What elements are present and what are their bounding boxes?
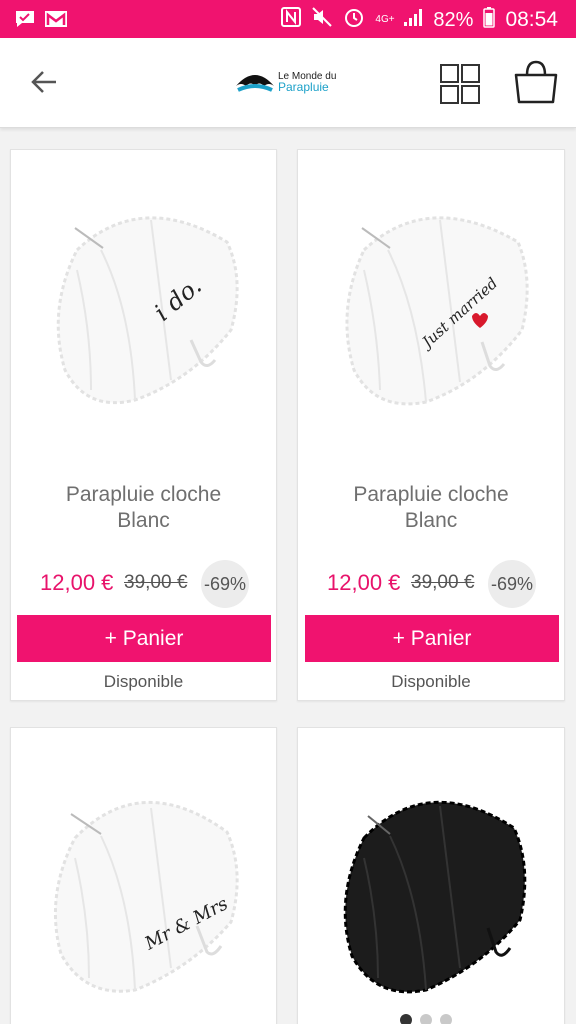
original-price: 39,00 € — [124, 572, 188, 593]
current-price: 12,00 € — [327, 570, 401, 595]
umbrella-logo-icon — [236, 75, 274, 92]
cart-button[interactable] — [512, 58, 560, 106]
availability-status: Disponible — [391, 672, 471, 691]
signal-icon — [403, 6, 423, 34]
add-to-cart-button[interactable]: + Panier — [17, 615, 271, 662]
alarm-icon — [343, 6, 365, 34]
product-card[interactable] — [297, 727, 565, 1024]
product-name[interactable]: Parapluie cloche Blanc — [298, 482, 564, 534]
back-arrow-icon — [31, 71, 56, 93]
nfc-icon — [281, 6, 302, 34]
grid-view-button[interactable] — [440, 64, 480, 104]
price-row: 12,00 € 39,00 € -69% — [11, 560, 276, 608]
gmail-icon — [44, 8, 68, 35]
battery-percent: 82% — [433, 8, 474, 31]
clock: 08:54 — [505, 8, 558, 31]
back-button[interactable] — [26, 64, 62, 100]
logo-text: Le Monde du Parapluie — [278, 71, 336, 93]
availability-status: Disponible — [103, 672, 184, 691]
price-row: 12,00 € 39,00 € -69% — [298, 560, 564, 608]
battery-icon — [483, 6, 496, 34]
discount-badge: -69% — [488, 560, 536, 608]
pager-dot[interactable] — [420, 1014, 432, 1024]
original-price: 39,00 € — [411, 572, 475, 593]
status-bar: 4G+ 82% 08:54 — [0, 0, 576, 38]
product-image[interactable]: Mr & Mrs — [31, 768, 259, 1008]
app-header: Le Monde du Parapluie — [0, 38, 576, 128]
product-image[interactable] — [318, 768, 546, 1008]
pager-dot[interactable] — [400, 1014, 412, 1024]
product-image[interactable]: Just married — [318, 190, 546, 430]
product-image[interactable]: i do. — [31, 190, 259, 430]
discount-badge: -69% — [201, 560, 249, 608]
mute-icon — [311, 6, 333, 34]
chat-icon — [14, 8, 36, 35]
carousel-pager — [400, 1014, 452, 1024]
add-to-cart-button[interactable]: + Panier — [305, 615, 559, 662]
shopping-bag-icon — [514, 60, 558, 104]
logo-line2: Parapluie — [278, 80, 329, 94]
store-logo[interactable]: Le Monde du Parapluie — [230, 52, 346, 114]
pager-dot[interactable] — [440, 1014, 452, 1024]
network-type: 4G+ — [375, 14, 395, 25]
grid-view-icon — [440, 64, 480, 104]
current-price: 12,00 € — [40, 570, 114, 595]
product-card[interactable]: i do. Parapluie cloche Blanc 12,00 € 39,… — [10, 149, 277, 701]
product-card[interactable]: Just married Parapluie cloche Blanc 12,0… — [297, 149, 565, 701]
product-card[interactable]: Mr & Mrs — [10, 727, 277, 1024]
product-name[interactable]: Parapluie cloche Blanc — [11, 482, 276, 534]
